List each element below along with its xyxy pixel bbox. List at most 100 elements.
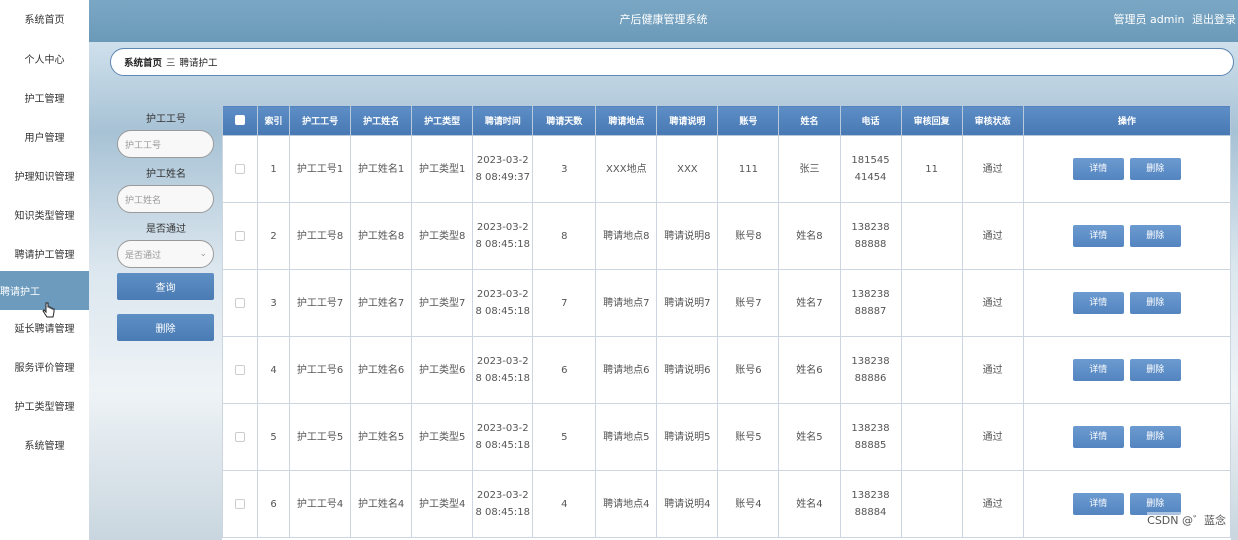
column-header: 聘请地点 (595, 105, 658, 136)
cell-status: 通过 (961, 202, 1024, 270)
sidebar-item-11[interactable]: 护工类型管理 (0, 386, 89, 425)
detail-button[interactable]: 详情 (1072, 225, 1124, 247)
row-checkbox[interactable] (235, 297, 246, 308)
user-label: 管理员 admin (1113, 13, 1185, 26)
select-all-checkbox[interactable] (235, 115, 246, 126)
search-name-input[interactable]: 护工姓名 (117, 185, 214, 213)
sidebar-item-5[interactable]: 护理知识管理 (0, 156, 89, 195)
cell-id: 护工工号6 (289, 336, 352, 404)
cell-days: 4 (532, 470, 597, 538)
cell-name: 护工姓名5 (350, 403, 413, 471)
cell-actions: 详情 删除 (1022, 403, 1232, 471)
sidebar-item-12[interactable]: 系统管理 (0, 425, 89, 464)
cell-type: 护工类型5 (411, 403, 474, 471)
cell-type: 护工类型4 (411, 470, 474, 538)
cell-desc: 聘请说明5 (656, 403, 719, 471)
search-pass-value: 是否通过 (125, 250, 162, 261)
column-header: 操作 (1022, 105, 1232, 136)
cell-reply (900, 403, 963, 471)
cell-type: 护工类型6 (411, 336, 474, 404)
main-content: 系统首页 三 聘请护工 护工工号 护工工号 护工姓名 护工姓名 是否通过 是否通… (89, 42, 1238, 540)
cell-reply (900, 470, 963, 538)
column-header: 护工类型 (411, 105, 474, 136)
select-all-header (221, 105, 259, 136)
sidebar-item-2[interactable]: 个人中心 (0, 39, 89, 78)
row-checkbox-cell (221, 202, 259, 270)
row-checkbox-cell (221, 336, 259, 404)
cell-time: 2023-03-28 08:49:37 (472, 135, 534, 203)
delete-button[interactable]: 删除 (1129, 426, 1181, 448)
breadcrumb-home[interactable]: 系统首页 (124, 55, 162, 69)
cell-place: 聘请地点8 (595, 202, 658, 270)
delete-button[interactable]: 删除 (1129, 359, 1181, 381)
cell-name: 护工姓名4 (350, 470, 413, 538)
column-header: 姓名 (778, 105, 841, 136)
cell-days: 6 (532, 336, 597, 404)
delete-button[interactable]: 删除 (1129, 158, 1181, 180)
detail-button[interactable]: 详情 (1072, 426, 1124, 448)
column-header: 审核回复 (900, 105, 963, 136)
row-checkbox[interactable] (235, 498, 246, 509)
cell-desc: 聘请说明7 (656, 269, 719, 337)
sidebar-item-4[interactable]: 用户管理 (0, 117, 89, 156)
detail-button[interactable]: 详情 (1072, 292, 1124, 314)
cell-time: 2023-03-28 08:45:18 (472, 336, 534, 404)
cell-place: XXX地点 (595, 135, 658, 203)
cell-place: 聘请地点5 (595, 403, 658, 471)
search-pass-select[interactable]: 是否通过 ⌄ (117, 240, 214, 268)
cell-id: 护工工号1 (289, 135, 352, 203)
sidebar-item-10[interactable]: 服务评价管理 (0, 347, 89, 386)
row-checkbox[interactable] (235, 431, 246, 442)
cell-place: 聘请地点4 (595, 470, 658, 538)
cell-status: 通过 (961, 269, 1024, 337)
batch-delete-button[interactable]: 删除 (117, 314, 214, 341)
search-id-label: 护工工号 (146, 114, 186, 125)
cell-account: 账号6 (717, 336, 780, 404)
cell-reply (900, 269, 963, 337)
row-checkbox[interactable] (235, 230, 246, 241)
cell-actions: 详情 删除 (1022, 135, 1232, 203)
column-header: 聘请说明 (656, 105, 719, 136)
row-checkbox[interactable] (235, 364, 246, 375)
app-title: 产后健康管理系统 (619, 13, 708, 26)
cell-time: 2023-03-28 08:45:18 (472, 202, 534, 270)
cell-status: 通过 (961, 403, 1024, 471)
table-header-row: 索引 护工工号 护工姓名 护工类型 聘请时间 聘请天数 聘请地点 聘请说明 账号 姓名 电话 审核回复… (221, 105, 1232, 136)
detail-button[interactable]: 详情 (1072, 158, 1124, 180)
cell-days: 5 (532, 403, 597, 471)
user-info: 管理员 admin 退出登录 (1110, 0, 1236, 40)
detail-button[interactable]: 详情 (1072, 493, 1124, 515)
query-button[interactable]: 查询 (117, 273, 214, 300)
cell-id: 护工工号5 (289, 403, 352, 471)
sidebar-item-6[interactable]: 知识类型管理 (0, 195, 89, 234)
sidebar-item-1[interactable]: 系统首页 (0, 0, 89, 38)
logout-link[interactable]: 退出登录 (1192, 13, 1236, 26)
cell-index: 6 (257, 470, 291, 538)
cell-time: 2023-03-28 08:45:18 (472, 269, 534, 337)
cell-days: 8 (532, 202, 597, 270)
row-checkbox[interactable] (235, 163, 246, 174)
cell-name: 护工姓名7 (350, 269, 413, 337)
cell-uname: 姓名5 (778, 403, 841, 471)
sidebar-item-3[interactable]: 护工管理 (0, 78, 89, 117)
cell-desc: 聘请说明8 (656, 202, 719, 270)
cell-time: 2023-03-28 08:45:18 (472, 470, 534, 538)
cell-reply (900, 202, 963, 270)
column-header: 账号 (717, 105, 780, 136)
top-header: 产后健康管理系统 管理员 admin 退出登录 (89, 0, 1238, 42)
breadcrumb-current: 聘请护工 (179, 58, 218, 69)
cell-phone: 18154541454 (839, 135, 902, 203)
row-checkbox-cell (221, 269, 259, 337)
cell-time: 2023-03-28 08:45:18 (472, 403, 534, 471)
table-row: 5 护工工号5 护工姓名5 护工类型5 2023-03-28 08:45:18 5 聘请地点… (221, 403, 1232, 471)
delete-button[interactable]: 删除 (1129, 225, 1181, 247)
breadcrumb: 系统首页 三 聘请护工 (110, 48, 1234, 76)
delete-button[interactable]: 删除 (1129, 292, 1181, 314)
cell-desc: XXX (656, 135, 719, 203)
sidebar-item-7[interactable]: 聘请护工管理 (0, 234, 89, 273)
cell-place: 聘请地点7 (595, 269, 658, 337)
detail-button[interactable]: 详情 (1072, 359, 1124, 381)
search-id-input[interactable]: 护工工号 (117, 130, 214, 158)
cell-account: 账号7 (717, 269, 780, 337)
table-row: 6 护工工号4 护工姓名4 护工类型4 2023-03-28 08:45:18 4 聘请地点… (221, 470, 1232, 538)
